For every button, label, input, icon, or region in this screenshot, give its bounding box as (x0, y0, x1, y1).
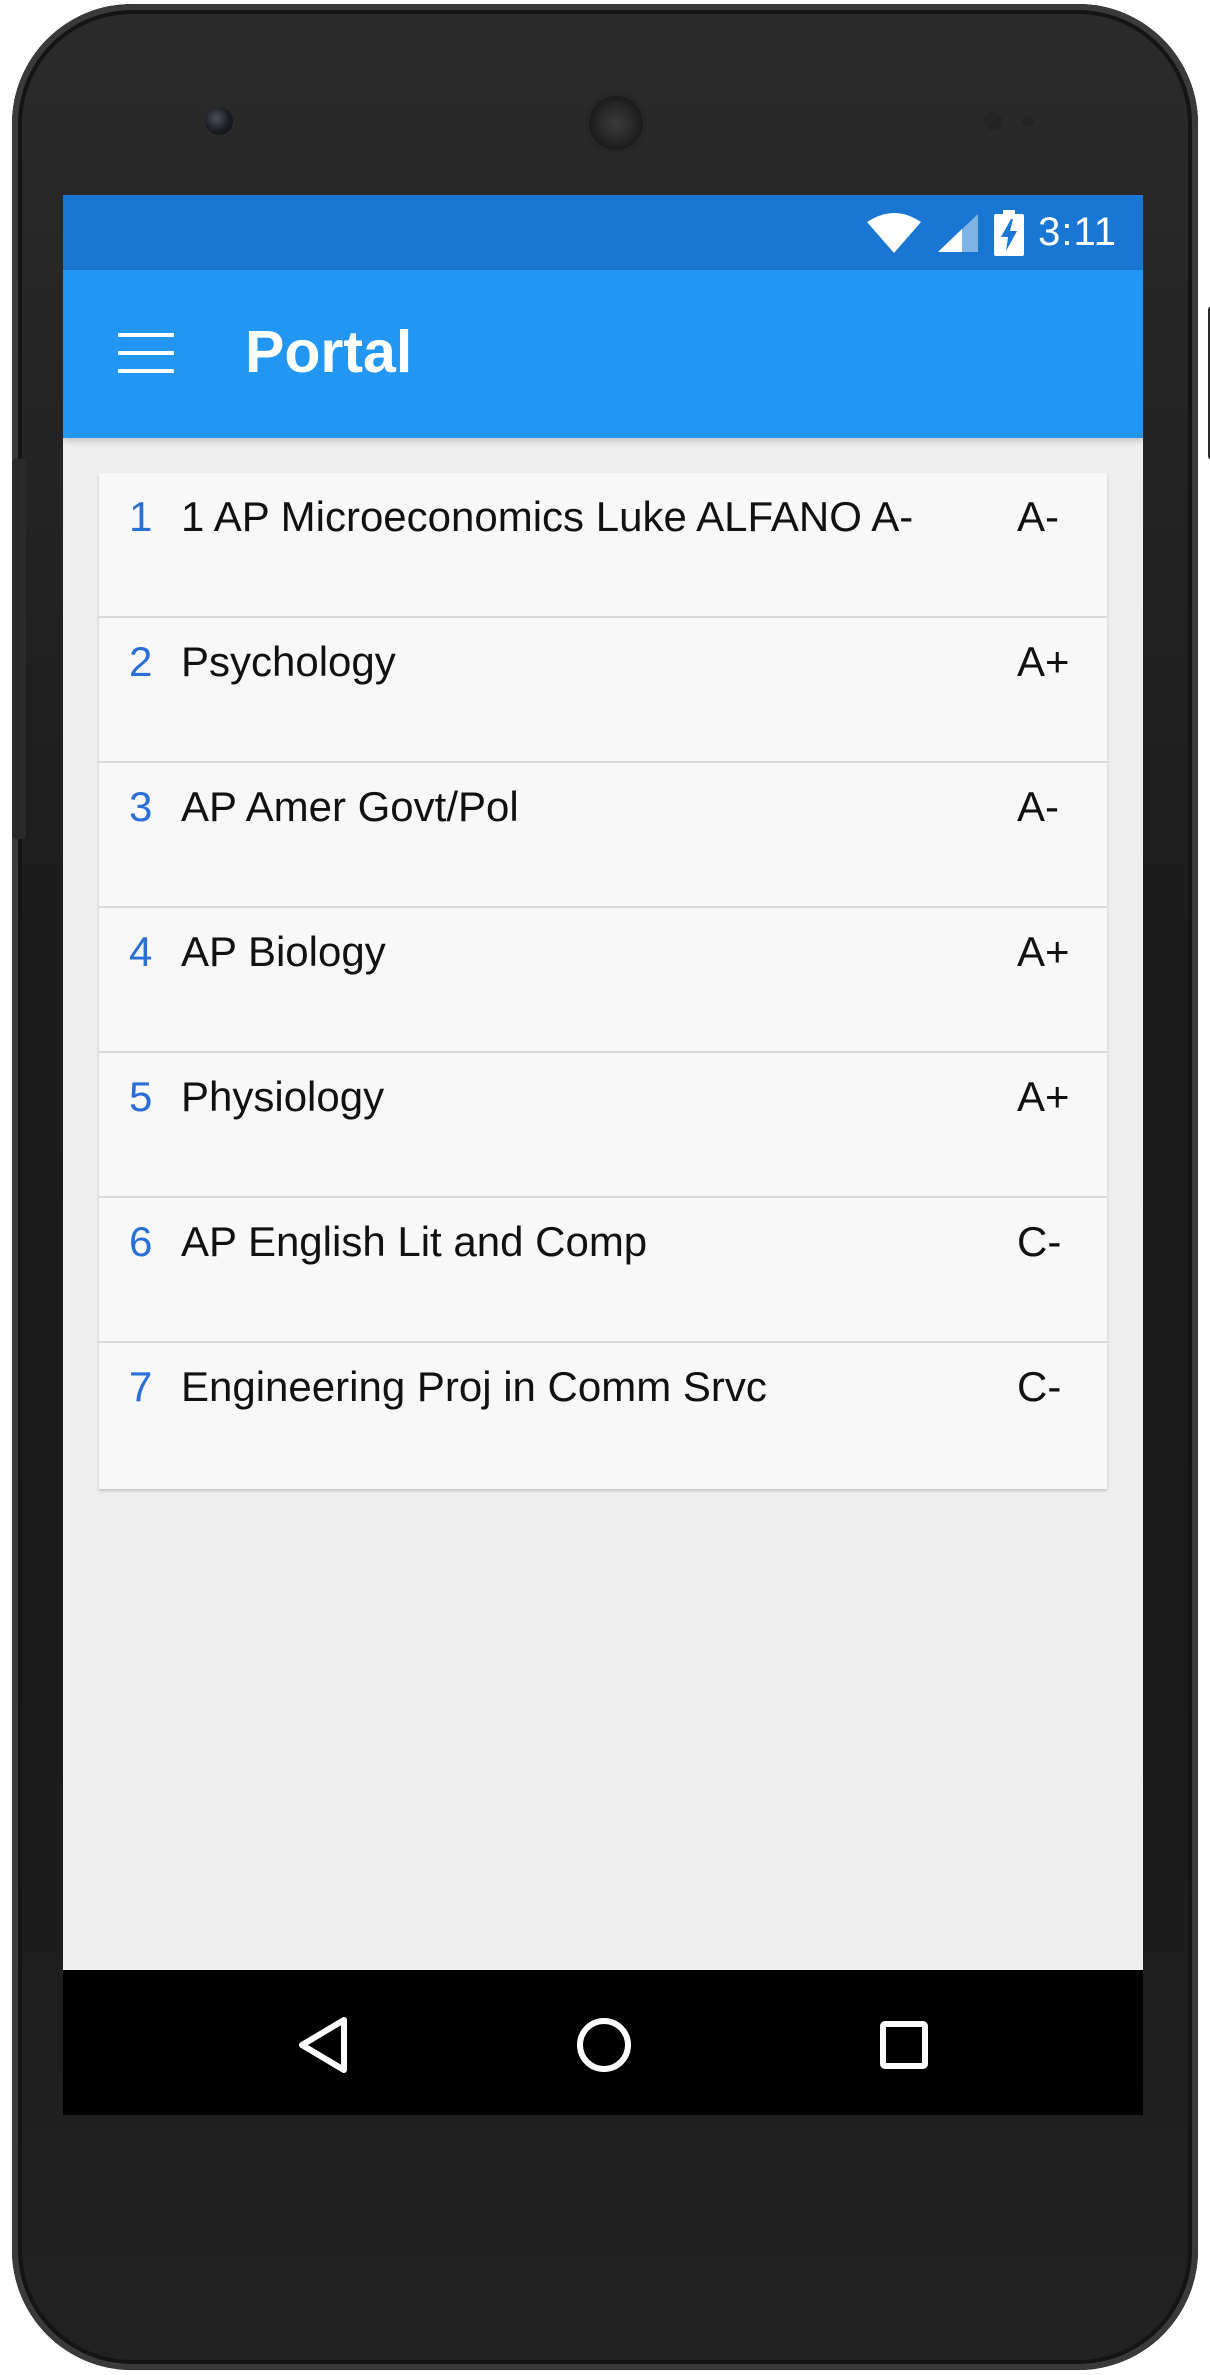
course-name: Psychology (181, 638, 396, 685)
course-number: 4 (129, 928, 153, 975)
course-grade: C- (1017, 1363, 1062, 1410)
course-name: AP Amer Govt/Pol (181, 783, 519, 830)
course-number: 7 (129, 1363, 153, 1410)
hamburger-menu-icon[interactable] (118, 333, 174, 375)
course-row[interactable]: 5 Physiology A+ (99, 1053, 1107, 1198)
course-row[interactable]: 7 Engineering Proj in Comm Srvc C- (99, 1343, 1107, 1489)
cell-signal-icon (938, 213, 979, 252)
navigation-bar (63, 1970, 1143, 2115)
course-row[interactable]: 1 1 AP Microeconomics Luke ALFANO A- A- (99, 473, 1107, 618)
status-time: 3:11 (1038, 210, 1117, 254)
phone-screen: 3:11 Portal 1 1 AP Microeconomics Luke A… (63, 195, 1143, 2115)
wifi-icon (867, 212, 922, 253)
course-row[interactable]: 6 AP English Lit and Comp C- (99, 1198, 1107, 1343)
front-camera (205, 107, 233, 135)
course-grade: A+ (1017, 1073, 1070, 1120)
status-bar: 3:11 (63, 195, 1143, 270)
home-button[interactable] (559, 2000, 649, 2090)
course-row[interactable]: 2 Psychology A+ (99, 618, 1107, 763)
course-number: 6 (129, 1218, 153, 1265)
proximity-sensor (984, 112, 1002, 130)
course-name: Physiology (181, 1073, 385, 1120)
recent-apps-square-icon (880, 2021, 928, 2069)
app-title: Portal (245, 319, 413, 385)
app-bar: Portal (63, 270, 1143, 438)
recent-apps-button[interactable] (859, 2000, 949, 2090)
course-number: 2 (129, 638, 153, 685)
course-name: AP Biology (181, 928, 386, 975)
status-icons: 3:11 (866, 195, 1117, 270)
course-name: 1 AP Microeconomics Luke ALFANO A- (181, 493, 914, 540)
course-number: 1 (129, 493, 153, 540)
course-grade: A+ (1017, 638, 1070, 685)
course-number: 5 (129, 1073, 153, 1120)
course-number: 3 (129, 783, 153, 830)
home-circle-icon (577, 2018, 631, 2072)
side-button-left (12, 459, 26, 839)
course-grade: A- (1017, 783, 1059, 830)
course-name: Engineering Proj in Comm Srvc (181, 1363, 767, 1410)
course-list: 1 1 AP Microeconomics Luke ALFANO A- A- … (99, 473, 1107, 1489)
course-grade: A+ (1017, 928, 1070, 975)
course-grade: C- (1017, 1218, 1062, 1265)
light-sensor (1022, 115, 1034, 127)
course-row[interactable]: 4 AP Biology A+ (99, 908, 1107, 1053)
back-triangle-icon (299, 2017, 347, 2073)
course-name: AP English Lit and Comp (181, 1218, 648, 1265)
course-row[interactable]: 3 AP Amer Govt/Pol A- (99, 763, 1107, 908)
back-button[interactable] (279, 2000, 369, 2090)
battery-charging-icon (994, 209, 1025, 256)
course-grade: A- (1017, 493, 1059, 540)
earpiece-speaker (589, 96, 643, 150)
